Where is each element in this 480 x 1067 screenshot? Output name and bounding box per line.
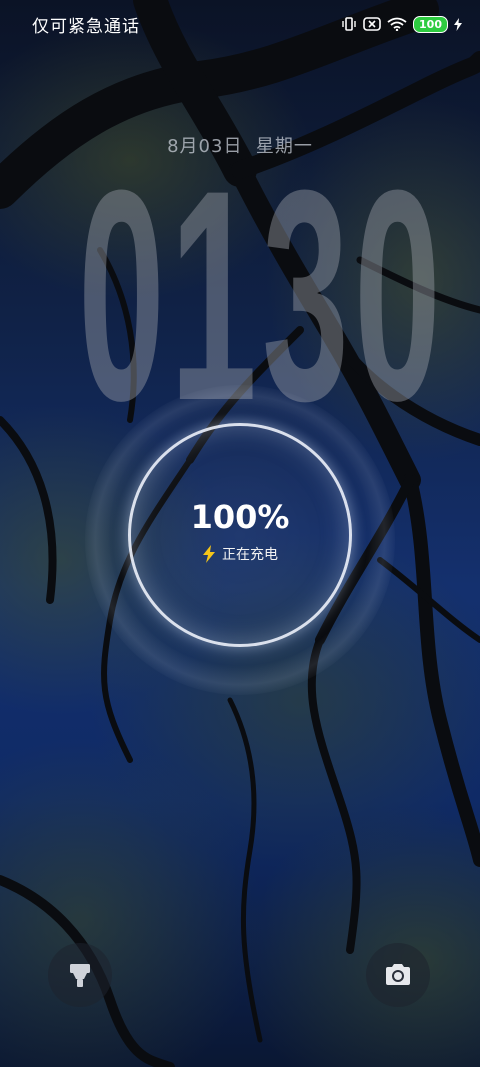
camera-icon	[386, 964, 410, 985]
status-icons: 100	[341, 15, 462, 33]
wifi-icon	[387, 17, 407, 31]
charging-bolt-icon	[454, 17, 462, 31]
lightning-bolt-icon	[203, 545, 215, 563]
clock-minute-ones: 0	[354, 127, 441, 463]
status-bar: 仅可紧急通话 100	[0, 0, 480, 48]
clock-hour-tens: 0	[78, 127, 165, 463]
no-sim-icon	[363, 17, 381, 31]
charge-status-text: 正在充电	[222, 547, 278, 563]
charge-percent: 100%	[190, 498, 290, 536]
flashlight-icon	[70, 964, 90, 987]
vibrate-icon	[341, 17, 357, 31]
flashlight-button[interactable]	[48, 943, 112, 1007]
charge-status: 正在充电	[0, 544, 480, 564]
carrier-text: 仅可紧急通话	[32, 16, 140, 37]
battery-icon: 100	[413, 15, 448, 33]
camera-button[interactable]	[366, 943, 430, 1007]
